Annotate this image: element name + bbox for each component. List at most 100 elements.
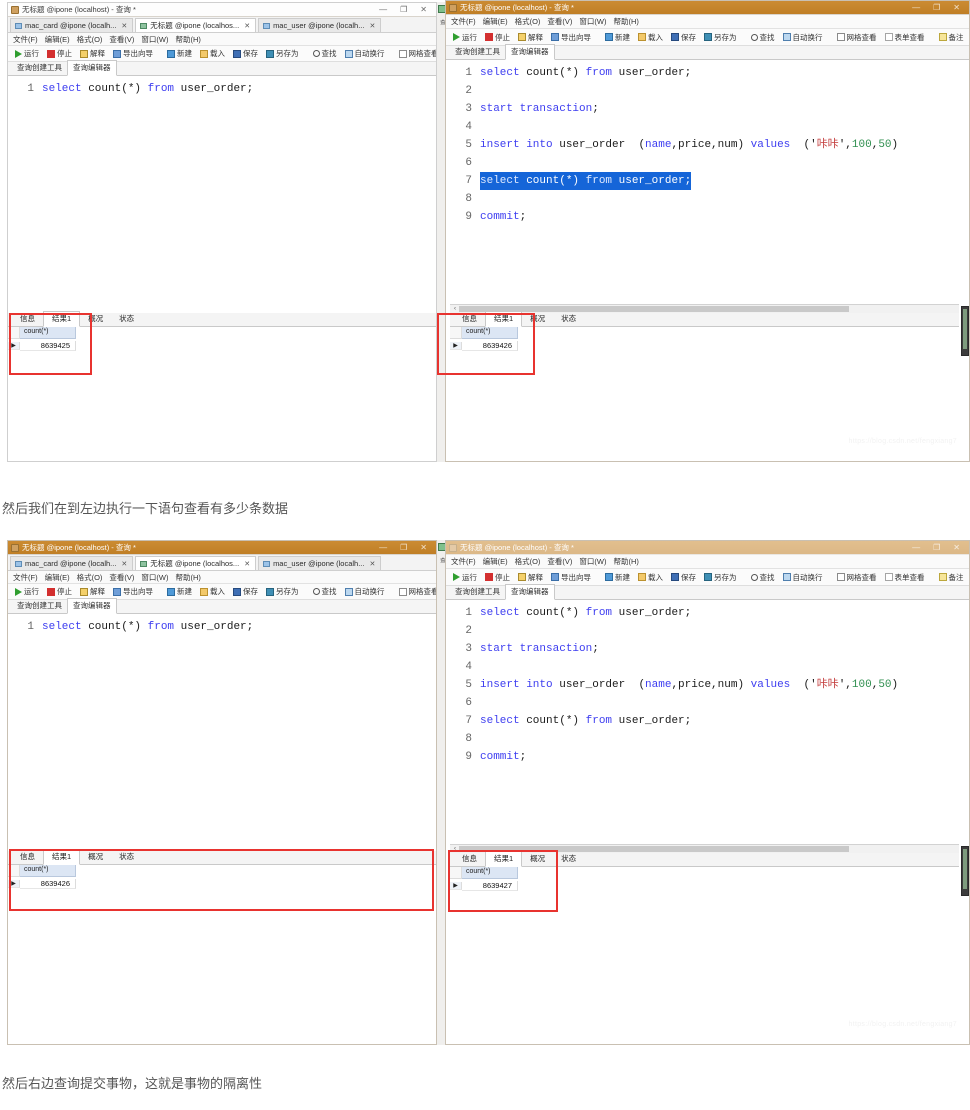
minimize-button[interactable]: — [912, 3, 920, 12]
result-tab-status[interactable]: 状态 [111, 850, 142, 864]
document-tab-mac-user[interactable]: mac_user @ipone (localh... ✕ [258, 556, 382, 570]
save-as-button[interactable]: 另存为 [262, 47, 303, 61]
menu-edit[interactable]: 编辑(E) [45, 572, 70, 583]
stop-button[interactable]: 停止 [43, 585, 76, 599]
line-code[interactable]: select count(*) from user_order; [480, 172, 692, 190]
cell-count-value[interactable]: 8639426 [462, 340, 518, 351]
editor-subtabs[interactable]: 查询创建工具 查询编辑器 [8, 60, 436, 76]
tab-query-builder[interactable]: 查询创建工具 [450, 585, 505, 599]
close-icon[interactable]: ✕ [244, 22, 250, 30]
result-tab-status[interactable]: 状态 [111, 312, 142, 326]
document-tab-untitled[interactable]: 无标题 @ipone (localhos... ✕ [135, 556, 257, 570]
document-tabstrip[interactable]: mac_card @ipone (localh... ✕ 无标题 @ipone … [8, 555, 436, 571]
titlebar-top-left[interactable]: 无标题 @ipone (localhost) - 查询 * — ❐ ✕ [8, 3, 436, 17]
sql-editor-top-right[interactable]: 1 select count(*) from user_order; 2 3 start… [446, 60, 969, 295]
column-header-count[interactable]: count(*) [20, 327, 76, 339]
save-button[interactable]: 保存 [667, 30, 700, 44]
run-button[interactable]: 运行 [11, 47, 43, 61]
document-tab-mac-card[interactable]: mac_card @ipone (localh... ✕ [10, 18, 134, 32]
window-bottom-right[interactable]: 无标题 @ipone (localhost) - 查询 * — ❐ ✕ 文件(F… [445, 540, 970, 1045]
menu-view[interactable]: 查看(V) [109, 34, 134, 45]
stop-button[interactable]: 停止 [481, 570, 514, 584]
export-wizard-button[interactable]: 导出向导 [547, 570, 595, 584]
titlebar-bottom-left[interactable]: 无标题 @ipone (localhost) - 查询 * — ❐ ✕ [8, 541, 436, 555]
menu-help[interactable]: 帮助(H) [176, 34, 201, 45]
titlebar-top-right[interactable]: 无标题 @ipone (localhost) - 查询 * — ❐ ✕ [446, 1, 969, 15]
result-tab-info[interactable]: 信息 [12, 850, 43, 864]
table-row[interactable]: ▶ 8639426 [8, 877, 436, 890]
new-button[interactable]: 新建 [601, 30, 634, 44]
word-wrap-button[interactable]: 自动换行 [341, 47, 389, 61]
editor-subtabs[interactable]: 查询创建工具 查询编辑器 [8, 598, 436, 614]
menu-file[interactable]: 文件(F) [451, 556, 476, 567]
maximize-button[interactable]: ❐ [400, 5, 407, 14]
result-tab-info[interactable]: 信息 [454, 852, 485, 866]
sql-editor-bottom-left[interactable]: 1 select count(*) from user_order; [8, 614, 436, 854]
tab-query-builder[interactable]: 查询创建工具 [12, 61, 67, 75]
menu-window[interactable]: 窗口(W) [141, 572, 168, 583]
menu-format[interactable]: 格式(O) [77, 34, 103, 45]
menu-edit[interactable]: 编辑(E) [45, 34, 70, 45]
menu-window[interactable]: 窗口(W) [579, 16, 606, 27]
result-tab-result1[interactable]: 结果1 [43, 311, 81, 327]
export-wizard-button[interactable]: 导出向导 [547, 30, 595, 44]
result-tab-info[interactable]: 信息 [12, 312, 43, 326]
tab-query-editor[interactable]: 查询编辑器 [505, 584, 555, 600]
result-tabs-top-left[interactable]: 信息 结果1 概况 状态 [8, 311, 436, 327]
document-tab-mac-card[interactable]: mac_card @ipone (localh... ✕ [10, 556, 134, 570]
scrollbar-thumb[interactable] [963, 849, 967, 889]
line-code[interactable]: select count(*) from user_order; [480, 604, 691, 622]
result-tab-profile[interactable]: 概况 [522, 852, 553, 866]
menu-edit[interactable]: 编辑(E) [483, 556, 508, 567]
word-wrap-button[interactable]: 自动换行 [779, 30, 827, 44]
load-button[interactable]: 载入 [634, 570, 667, 584]
menu-window[interactable]: 窗口(W) [141, 34, 168, 45]
table-row[interactable]: ▶ 8639425 [8, 339, 436, 352]
load-button[interactable]: 载入 [196, 47, 229, 61]
menu-file[interactable]: 文件(F) [13, 572, 38, 583]
stop-button[interactable]: 停止 [43, 47, 76, 61]
document-tab-untitled[interactable]: 无标题 @ipone (localhos... ✕ [135, 18, 257, 32]
minimize-button[interactable]: — [379, 543, 387, 552]
result-tab-result1[interactable]: 结果1 [485, 311, 523, 327]
menu-view[interactable]: 查看(V) [109, 572, 134, 583]
window-top-right[interactable]: 无标题 @ipone (localhost) - 查询 * — ❐ ✕ 文件(F… [445, 0, 970, 462]
menubar[interactable]: 文件(F) 编辑(E) 格式(O) 查看(V) 窗口(W) 帮助(H) [446, 15, 969, 29]
minimize-button[interactable]: — [912, 543, 920, 552]
minimize-button[interactable]: — [379, 5, 387, 14]
menu-format[interactable]: 格式(O) [515, 556, 541, 567]
result-tabs-bottom-right[interactable]: 信息 结果1 概况 状态 [450, 851, 959, 867]
editor-subtabs[interactable]: 查询创建工具 查询编辑器 [446, 44, 969, 60]
result-tabs-top-right[interactable]: 信息 结果1 概况 状态 [450, 311, 959, 327]
column-header-count[interactable]: count(*) [462, 327, 518, 339]
column-header-count[interactable]: count(*) [462, 867, 518, 879]
close-button[interactable]: ✕ [953, 3, 960, 12]
line-code[interactable]: start transaction; [480, 640, 599, 658]
menubar[interactable]: 文件(F) 编辑(E) 格式(O) 查看(V) 窗口(W) 帮助(H) [8, 571, 436, 584]
find-button[interactable]: 查找 [747, 570, 779, 584]
result-tab-profile[interactable]: 概况 [80, 850, 111, 864]
new-button[interactable]: 新建 [163, 47, 196, 61]
find-button[interactable]: 查找 [309, 585, 341, 599]
document-tabstrip[interactable]: mac_card @ipone (localh... ✕ 无标题 @ipone … [8, 17, 436, 33]
line-code[interactable]: commit; [480, 748, 526, 766]
line-code[interactable]: select count(*) from user_order; [480, 64, 691, 82]
close-icon[interactable]: ✕ [244, 560, 250, 568]
menu-file[interactable]: 文件(F) [451, 16, 476, 27]
menu-format[interactable]: 格式(O) [77, 572, 103, 583]
new-button[interactable]: 新建 [163, 585, 196, 599]
tab-query-editor[interactable]: 查询编辑器 [67, 60, 117, 76]
window-bottom-left[interactable]: 无标题 @ipone (localhost) - 查询 * — ❐ ✕ mac_… [7, 540, 437, 1045]
grid-view-button[interactable]: 网格查看 [395, 585, 436, 599]
result-tab-status[interactable]: 状态 [553, 852, 584, 866]
menu-edit[interactable]: 编辑(E) [483, 16, 508, 27]
menu-format[interactable]: 格式(O) [515, 16, 541, 27]
maximize-button[interactable]: ❐ [933, 3, 940, 12]
column-header-count[interactable]: count(*) [20, 865, 76, 877]
sql-editor-top-left[interactable]: 1 select count(*) from user_order; [8, 76, 436, 316]
table-row[interactable]: ▶ 8639427 [450, 879, 959, 892]
tab-query-editor[interactable]: 查询编辑器 [67, 598, 117, 614]
menubar[interactable]: 文件(F) 编辑(E) 格式(O) 查看(V) 窗口(W) 帮助(H) [446, 555, 969, 569]
close-button[interactable]: ✕ [420, 543, 427, 552]
form-view-button[interactable]: 表单查看 [881, 30, 929, 44]
